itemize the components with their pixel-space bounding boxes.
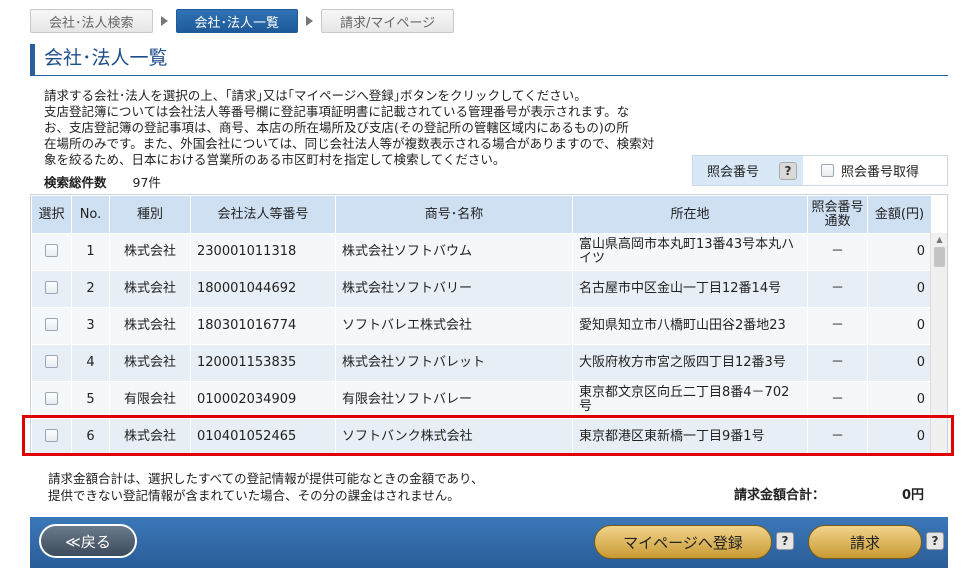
table-header-row: 選択 No. 種別 会社法人等番号 商号･名称 所在地 照会番号通数 金額(円) [31,195,932,234]
row-name: 株式会社ソフトバリー [335,270,573,308]
help-icon[interactable]: ? [779,162,797,180]
header-name: 商号･名称 [335,195,573,234]
header-address: 所在地 [572,195,808,234]
row-address: 東京都文京区向丘二丁目8番4－702号 [572,381,808,419]
row-address: 愛知県知立市八橋町山田谷2番地23 [572,307,808,345]
reference-label-cell: 照会番号 ? [693,156,803,185]
row-name: ソフトバレエ株式会社 [335,307,573,345]
help-icon[interactable]: ? [926,532,944,550]
row-count: － [807,233,868,271]
row-checkbox[interactable] [45,354,58,368]
select-cell [31,270,72,308]
crumb-search[interactable]: 会社･法人検索 [30,9,153,33]
table-row: 3 株式会社 180301016774 ソフトバレエ株式会社 愛知県知立市八橋町山田谷2… [31,307,932,345]
row-amount: 0 [867,307,932,345]
reference-label: 照会番号 [706,165,759,180]
reference-checkbox[interactable] [821,164,834,177]
row-count: － [807,270,868,308]
row-no: 1 [71,233,110,271]
sum-label: 請求金額合計： [734,488,826,503]
row-number: 180001044692 [190,270,336,308]
reference-checkbox-label: 照会番号取得 [841,165,920,180]
description-line: 支店登記簿については会社法人等番号欄に登記事項証明書に記載されている管理番号が表… [44,104,630,119]
description-line: 請求する会社･法人を選択の上、｢請求｣又は｢マイページへ登録｣ボタンをクリックし… [44,88,587,103]
scroll-up-icon[interactable]: ▲ [931,233,947,247]
row-no: 5 [71,381,110,419]
footer-bar: ≪戻る マイページへ登録 ? 請求 ? [30,517,948,568]
crumb-list: 会社･法人一覧 [175,9,299,33]
description-line: お、支店登記簿の登記事項は、商号、本店の所在場所及び支店(その登記所の管轄区域内… [44,120,629,135]
row-amount: 0 [867,344,932,382]
select-cell [31,381,72,419]
header-count: 照会番号通数 [807,195,868,234]
row-amount: 0 [867,381,932,419]
row-checkbox[interactable] [45,317,58,331]
row-amount: 0 [867,270,932,308]
highlight-box [22,415,954,456]
row-checkbox[interactable] [45,280,58,294]
header-number: 会社法人等番号 [190,195,336,234]
row-amount: 0 [867,233,932,271]
header-select: 選択 [31,195,72,234]
description-line: 象を絞るため、日本における営業所のある市区町村を指定して検索してください。 [44,152,506,167]
row-number: 230001011318 [190,233,336,271]
row-name: 株式会社ソフトバウム [335,233,573,271]
row-name: 有限会社ソフトバレー [335,381,573,419]
sum-value: 0円 [902,488,925,503]
row-type: 株式会社 [109,344,191,382]
breadcrumb: 会社･法人検索 会社･法人一覧 請求/マイページ [30,9,455,33]
row-address: 名古屋市中区金山一丁目12番14号 [572,270,808,308]
description-line: 在場所のみです。また、外国会社については、同じ会社法人等が複数表示される場合があ… [44,136,655,151]
row-number: 010002034909 [190,381,336,419]
note-line: 提供できない登記情報が含まれていた場合、その分の課金はされません。 [48,488,460,503]
row-number: 180301016774 [190,307,336,345]
header-no: No. [71,195,110,234]
row-count: － [807,344,868,382]
row-name: 株式会社ソフトバレット [335,344,573,382]
row-type: 株式会社 [109,307,191,345]
row-no: 3 [71,307,110,345]
row-count: － [807,381,868,419]
reference-option[interactable]: 照会番号取得 [803,156,947,185]
crumb-request: 請求/マイページ [321,9,455,33]
page-title: 会社･法人一覧 [30,44,948,76]
table-row: 4 株式会社 120001153835 株式会社ソフトバレット 大阪府枚方市宮之阪四丁目… [31,344,932,382]
row-count: － [807,307,868,345]
row-no: 4 [71,344,110,382]
request-button[interactable]: 請求 [808,525,922,559]
header-type: 種別 [109,195,191,234]
row-no: 2 [71,270,110,308]
table-row: 2 株式会社 180001044692 株式会社ソフトバリー 名古屋市中区金山一丁目12… [31,270,932,308]
row-type: 株式会社 [109,233,191,271]
scroll-thumb[interactable] [934,247,945,267]
row-number: 120001153835 [190,344,336,382]
description: 請求する会社･法人を選択の上、｢請求｣又は｢マイページへ登録｣ボタンをクリックし… [44,88,704,168]
crumb-arrow-icon [306,16,314,26]
back-button[interactable]: ≪戻る [39,524,137,558]
row-type: 株式会社 [109,270,191,308]
row-address: 大阪府枚方市宮之阪四丁目12番3号 [572,344,808,382]
table-row: 5 有限会社 010002034909 有限会社ソフトバレー 東京都文京区向丘二丁目8番… [31,381,932,419]
row-checkbox[interactable] [45,243,58,257]
total-label: 検索総件数 [44,175,107,190]
crumb-arrow-icon [160,16,168,26]
select-cell [31,344,72,382]
total-value: 97件 [132,175,161,190]
header-amount: 金額(円) [867,195,932,234]
select-cell [31,233,72,271]
amount-note: 請求金額合計は、選択したすべての登記情報が提供可能なときの金額であり、 提供でき… [48,470,484,504]
register-mypage-button[interactable]: マイページへ登録 [594,525,772,559]
note-line: 請求金額合計は、選択したすべての登記情報が提供可能なときの金額であり、 [48,471,484,486]
row-checkbox[interactable] [45,391,58,405]
row-type: 有限会社 [109,381,191,419]
row-address: 富山県高岡市本丸町13番43号本丸ハイツ [572,233,808,271]
total-count: 検索総件数 97件 [44,172,161,191]
help-icon[interactable]: ? [776,532,794,550]
table-row: 1 株式会社 230001011318 株式会社ソフトバウム 富山県高岡市本丸町13番4… [31,233,932,271]
reference-number-box: 照会番号 ? 照会番号取得 [692,155,948,186]
select-cell [31,307,72,345]
